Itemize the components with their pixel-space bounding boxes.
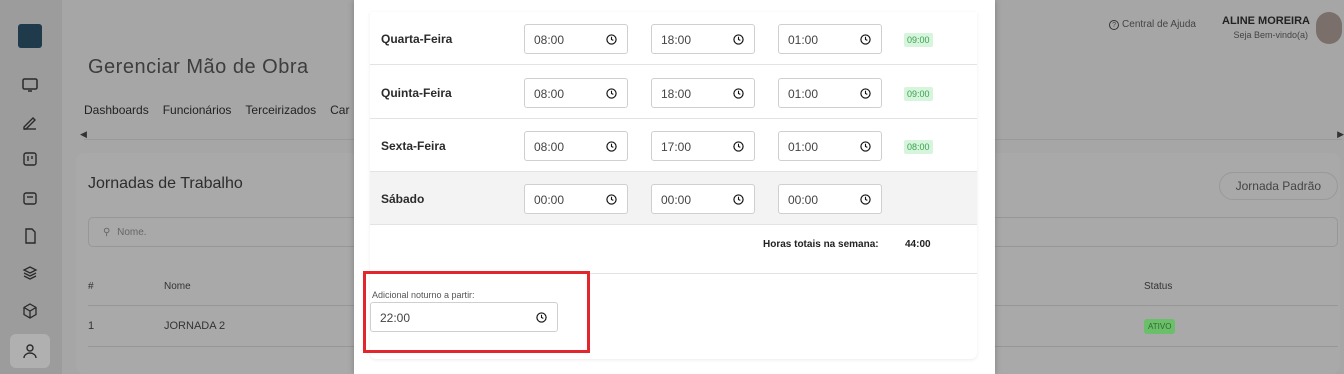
search-icon: ⚲ [103,227,111,238]
end-time-value: 18:00 [661,87,692,101]
start-time-value: 00:00 [534,193,565,207]
search-placeholder: Nome. [117,227,147,238]
clock-icon [733,141,744,152]
schedule-row: Sexta-Feira 08:00 17:00 01:00 08:00 [370,119,977,172]
board-icon[interactable] [21,150,39,168]
schedule-row: Quinta-Feira 08:00 18:00 01:00 09:00 [370,66,977,119]
start-time-value: 08:00 [534,87,565,101]
tab-cargos[interactable]: Car [330,103,349,117]
user-icon[interactable] [21,342,39,360]
avatar[interactable] [1316,12,1342,44]
end-time-input[interactable]: 17:00 [651,131,755,161]
break-time-input[interactable]: 01:00 [778,131,882,161]
daily-hours-badge: 08:00 [904,140,933,154]
app-logo[interactable] [18,24,42,48]
card-title: Jornadas de Trabalho [88,175,243,192]
end-time-value: 18:00 [661,33,692,47]
clock-icon [733,194,744,205]
column-header-number: # [88,281,94,292]
day-label: Sexta-Feira [381,139,446,153]
end-time-input[interactable]: 18:00 [651,78,755,108]
tab-bar: Dashboards Funcionários Terceirizados Ca… [84,103,349,117]
break-time-value: 01:00 [788,87,819,101]
file-icon[interactable] [21,227,39,245]
tab-dashboards[interactable]: Dashboards [84,103,149,117]
clock-icon [733,34,744,45]
clock-icon [860,34,871,45]
clock-icon [860,194,871,205]
break-time-value: 00:00 [788,193,819,207]
help-label: Central de Ajuda [1122,19,1196,30]
schedule-row: Quarta-Feira 08:00 18:00 01:00 09:00 [370,12,977,65]
tab-terceirizados[interactable]: Terceirizados [245,103,316,117]
break-time-value: 01:00 [788,140,819,154]
column-header-name: Nome [164,281,191,292]
question-icon: ? [1109,19,1120,30]
clock-icon [606,141,617,152]
day-label: Quarta-Feira [381,32,453,46]
user-greeting: Seja Bem-vindo(a) [1233,30,1308,40]
row-number: 1 [88,320,95,332]
default-jornada-button[interactable]: Jornada Padrão [1218,172,1338,200]
end-time-input[interactable]: 18:00 [651,24,755,54]
break-time-value: 01:00 [788,33,819,47]
daily-hours-badge: 09:00 [904,33,933,47]
start-time-input[interactable]: 08:00 [524,131,628,161]
clock-icon [733,88,744,99]
sidebar [0,0,62,374]
tab-funcionarios[interactable]: Funcionários [163,103,232,117]
schedule-row: Sábado 00:00 00:00 00:00 [370,172,977,225]
daily-hours-badge: 09:00 [904,87,933,101]
cube-icon[interactable] [21,302,39,320]
clock-icon [860,88,871,99]
weekly-total-value: 44:00 [905,239,931,250]
end-time-value: 17:00 [661,140,692,154]
end-time-value: 00:00 [661,193,692,207]
user-name[interactable]: ALINE MOREIRA [1222,15,1310,27]
row-name[interactable]: JORNADA 2 [164,320,225,332]
monitor-icon[interactable] [21,76,39,94]
clock-icon [606,88,617,99]
day-label: Sábado [381,192,425,206]
pen-icon[interactable] [21,113,39,131]
start-time-value: 08:00 [534,140,565,154]
break-time-input[interactable]: 00:00 [778,184,882,214]
column-header-status: Status [1144,281,1173,292]
start-time-value: 08:00 [534,33,565,47]
end-time-input[interactable]: 00:00 [651,184,755,214]
help-link[interactable]: ? Central de Ajuda [1109,19,1196,30]
start-time-input[interactable]: 00:00 [524,184,628,214]
clock-icon [860,141,871,152]
highlight-box [363,271,590,353]
start-time-input[interactable]: 08:00 [524,78,628,108]
weekly-total-label: Horas totais na semana: [763,239,879,250]
status-badge: ATIVO [1144,319,1176,334]
calendar-box-icon[interactable] [21,189,39,207]
start-time-input[interactable]: 08:00 [524,24,628,54]
layers-icon[interactable] [21,264,39,282]
day-label: Quinta-Feira [381,86,452,100]
clock-icon [606,194,617,205]
break-time-input[interactable]: 01:00 [778,24,882,54]
page-title: Gerenciar Mão de Obra [88,56,309,78]
clock-icon [606,34,617,45]
break-time-input[interactable]: 01:00 [778,78,882,108]
